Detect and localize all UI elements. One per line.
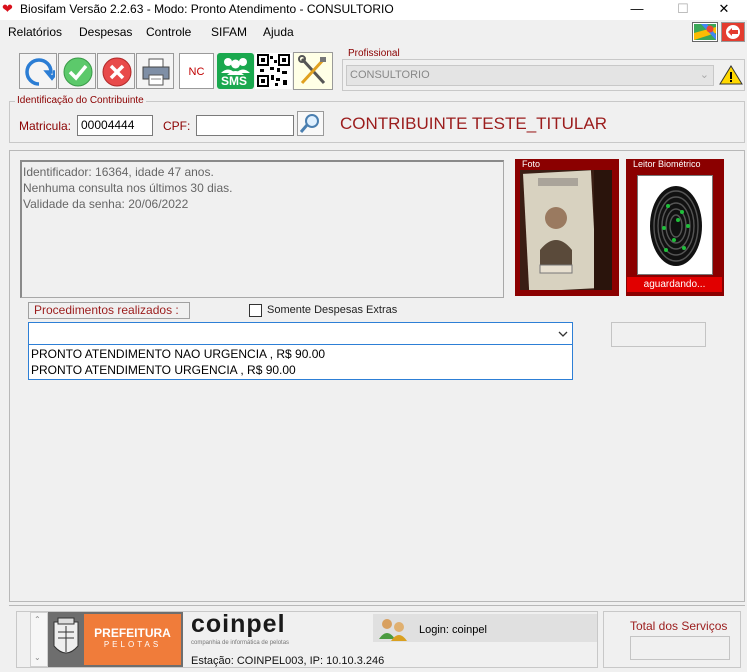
fingerprint-icon (638, 176, 712, 274)
matricula-input[interactable]: 00004444 (77, 115, 153, 136)
coinpel-logo: coinpel (191, 610, 286, 638)
heart-app-icon: ❤ (2, 1, 13, 16)
login-label: Login: coinpel (419, 624, 487, 636)
fingerprint-reader (637, 175, 713, 275)
despesas-extras-label[interactable]: Somente Despesas Extras (267, 304, 397, 316)
maximize-button[interactable]: ☐ (660, 0, 706, 20)
total-servicos-label: Total dos Serviços (630, 619, 728, 633)
menu-sifam[interactable]: SIFAM (211, 25, 247, 39)
exit-icon[interactable] (721, 22, 745, 42)
procedimentos-dropdown-list: PRONTO ATENDIMENTO NAO URGENCIA , R$ 90.… (28, 345, 573, 380)
nc-button[interactable]: NC (179, 53, 214, 89)
matricula-label: Matricula: (19, 119, 72, 133)
qrcode-icon (257, 54, 290, 88)
menu-controle[interactable]: Controle (146, 25, 191, 39)
info-line-consultas: Nenhuma consulta nos últimos 30 dias. (23, 181, 233, 195)
procedimento-option[interactable]: PRONTO ATENDIMENTO NAO URGENCIA , R$ 90.… (31, 347, 325, 361)
cancel-icon (102, 57, 132, 87)
prefeitura-line1: PREFEITURA (94, 626, 171, 640)
search-button[interactable] (297, 111, 324, 136)
menu-ajuda[interactable]: Ajuda (263, 25, 294, 39)
identificacao-group-label: Identificação do Contribuinte (15, 95, 146, 106)
sms-button[interactable]: SMS (217, 53, 254, 89)
profissional-select-value: CONSULTORIO (350, 69, 430, 81)
profissional-group-label: Profissional (346, 48, 402, 59)
tools-icon (298, 55, 326, 85)
total-servicos-value (630, 636, 730, 660)
minimize-button[interactable]: — (614, 0, 660, 20)
tools-button[interactable] (293, 52, 333, 90)
menu-relatorios[interactable]: Relatórios (8, 25, 62, 39)
procedimentos-label: Procedimentos realizados : (28, 302, 190, 319)
scroll-down-icon[interactable]: ⌄ (34, 653, 41, 662)
pelotas-crest-icon (53, 617, 79, 654)
printer-icon (142, 58, 170, 86)
magnifier-icon (299, 114, 319, 133)
qrcode-button[interactable] (255, 53, 292, 89)
leitor-status: aguardando... (627, 277, 722, 292)
info-line-validade: Validade da senha: 20/06/2022 (23, 197, 189, 211)
info-line-identificador: Identificador: 16364, idade 47 anos. (23, 165, 214, 179)
maps-icon[interactable] (692, 22, 718, 42)
check-icon (63, 57, 93, 87)
cpf-input[interactable] (196, 115, 294, 136)
cancel-button[interactable] (97, 53, 135, 89)
contribuinte-name: CONTRIBUINTE TESTE_TITULAR (340, 114, 607, 133)
chevron-down-icon (558, 331, 568, 337)
menu-despesas[interactable]: Despesas (79, 25, 132, 39)
close-button[interactable]: ✕ (701, 0, 747, 20)
prefeitura-box: PREFEITURA PELOTAS (84, 614, 181, 665)
despesas-extras-checkbox[interactable] (249, 304, 262, 317)
valor-field (611, 322, 706, 347)
procedimento-option[interactable]: PRONTO ATENDIMENTO URGENCIA , R$ 90.00 (31, 363, 296, 377)
chevron-down-icon: ⌄ (699, 69, 709, 81)
procedimentos-combobox[interactable] (28, 322, 573, 345)
prefeitura-line2: PELOTAS (103, 640, 162, 649)
users-icon (377, 617, 411, 644)
window-title: Biosifam Versão 2.2.63 - Modo: Pronto At… (20, 2, 394, 16)
print-button[interactable] (136, 53, 174, 89)
confirm-button[interactable] (58, 53, 96, 89)
cpf-label: CPF: (163, 119, 191, 133)
refresh-icon (25, 58, 55, 86)
station-info: Estação: COINPEL003, IP: 10.10.3.246 (191, 655, 385, 667)
warning-icon (719, 64, 743, 89)
foto-label: Foto (522, 159, 541, 169)
leitor-label: Leitor Biométrico (633, 159, 701, 169)
refresh-button[interactable] (19, 53, 57, 89)
profissional-select[interactable]: CONSULTORIO ⌄ (346, 65, 714, 86)
contributor-photo (520, 170, 612, 290)
coinpel-subtitle: companhia de informática de pelotas (191, 640, 290, 646)
footer-scrollbar[interactable]: ⌃ ⌄ (30, 612, 48, 667)
sms-label: SMS (221, 74, 248, 88)
scroll-up-icon[interactable]: ⌃ (34, 615, 41, 624)
